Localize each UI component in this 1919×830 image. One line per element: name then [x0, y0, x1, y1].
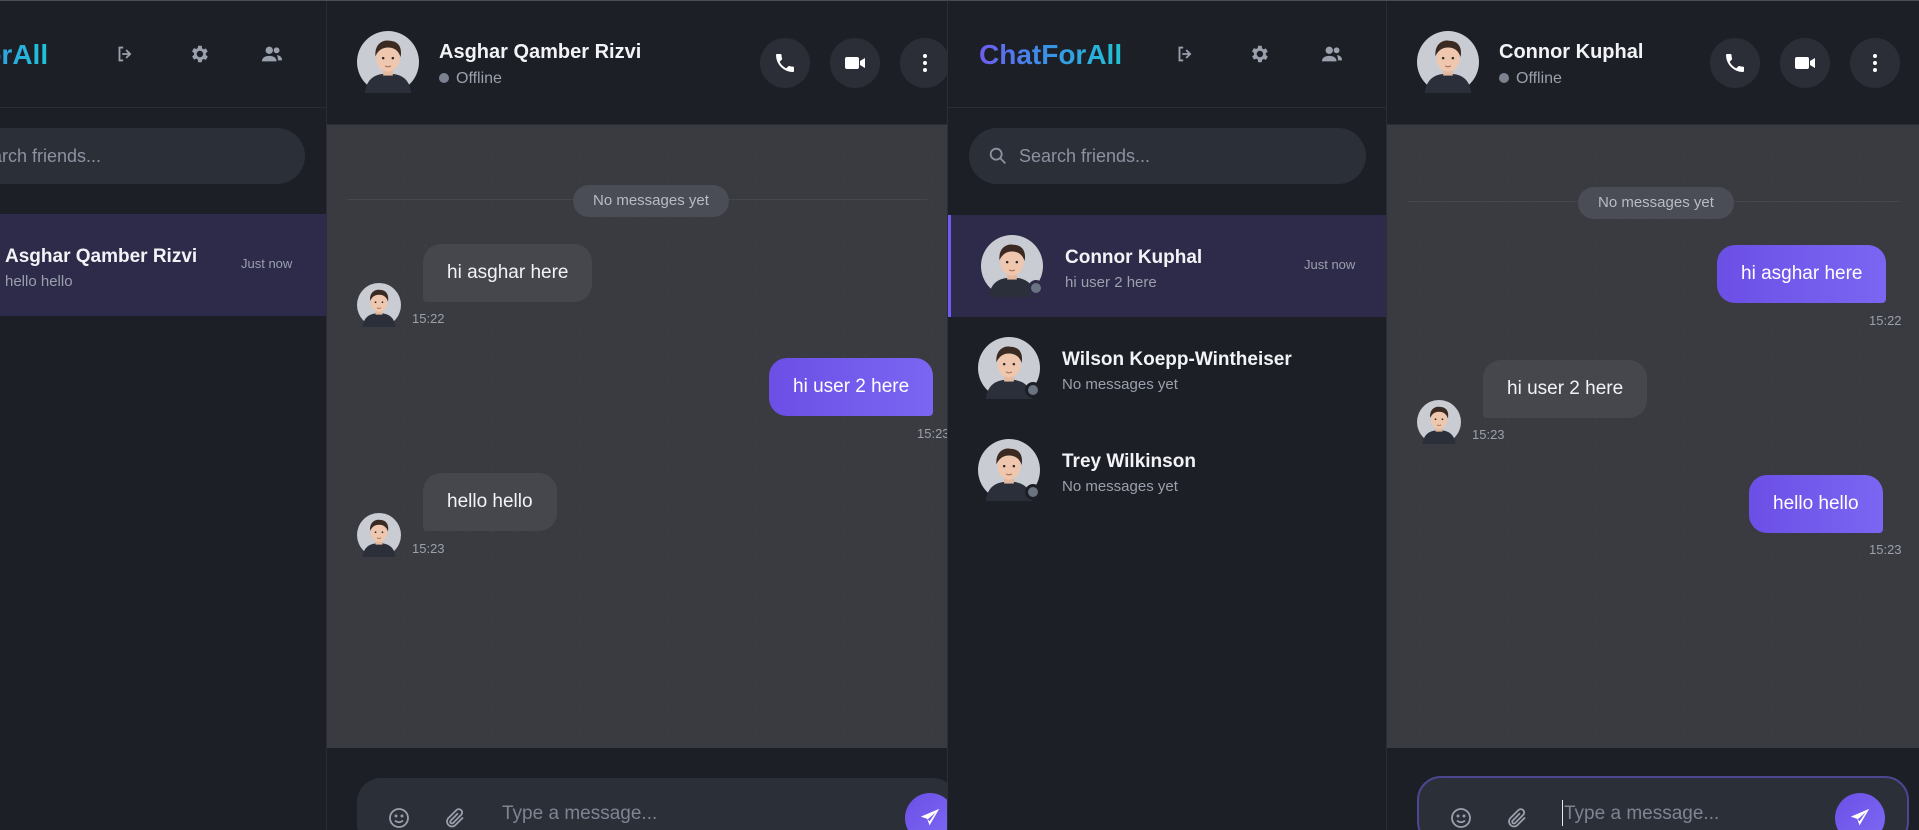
attachment-icon[interactable]: [1505, 806, 1529, 830]
phone-icon: [776, 54, 794, 72]
chat-window-left: ChatForAll Asghar Qamber Rizvi hello hel…: [0, 0, 947, 830]
gear-icon[interactable]: [186, 41, 212, 67]
composer-area: [1387, 748, 1919, 830]
emoji-icon[interactable]: [1449, 806, 1473, 830]
search-box: [969, 128, 1366, 184]
avatar: [978, 439, 1041, 501]
more-vertical-icon: [923, 54, 927, 72]
contact-time: Just now: [1304, 257, 1356, 272]
presence-status: Offline: [439, 70, 502, 88]
presence-dot-icon: [1025, 382, 1041, 398]
video-icon: [1795, 57, 1815, 69]
avatar: [981, 235, 1044, 297]
message-composer: [1417, 776, 1909, 830]
voice-call-button[interactable]: [1710, 38, 1760, 88]
contact-item[interactable]: Wilson Koepp-Wintheiser No messages yet: [948, 317, 1386, 419]
avatar: [357, 283, 401, 327]
contact-item[interactable]: Trey Wilkinson No messages yet: [948, 419, 1386, 521]
sidebar-header: ChatForAll: [948, 1, 1386, 108]
message-bubble: hi user 2 here: [1483, 360, 1648, 418]
message-composer: [357, 778, 947, 830]
message-bubble: hello hello: [423, 473, 557, 531]
contact-name: Asghar Qamber Rizvi: [5, 246, 198, 267]
presence-dot-icon: [1025, 484, 1041, 500]
voice-call-button[interactable]: [760, 38, 810, 88]
contact-name: Trey Wilkinson: [1062, 451, 1196, 472]
send-button[interactable]: [1835, 793, 1885, 830]
search-input[interactable]: [969, 128, 1366, 184]
logout-icon[interactable]: [112, 41, 138, 67]
send-icon: [1850, 808, 1870, 826]
video-call-button[interactable]: [830, 38, 880, 88]
composer-area: [327, 748, 947, 830]
message-time: 15:23: [412, 541, 445, 556]
status-dot-icon: [1499, 73, 1509, 83]
message-bubble: hi user 2 here: [769, 358, 934, 416]
users-icon[interactable]: [259, 41, 285, 67]
gear-icon[interactable]: [1246, 41, 1272, 67]
contact-last-message: No messages yet: [1062, 478, 1178, 495]
message-bubble: hi asghar here: [423, 244, 593, 302]
message-input[interactable]: [1564, 796, 1829, 830]
status-dot-icon: [439, 73, 449, 83]
more-vertical-icon: [1873, 54, 1877, 72]
avatar: [1417, 400, 1461, 444]
search-input[interactable]: [0, 128, 305, 184]
app-logo: ChatForAll: [0, 39, 48, 71]
avatar: [357, 31, 419, 93]
contact-name: Connor Kuphal: [1065, 247, 1203, 268]
more-options-button[interactable]: [900, 38, 947, 88]
contact-last-message: No messages yet: [1062, 376, 1178, 393]
empty-notice-pill: No messages yet: [573, 185, 729, 217]
phone-icon: [1726, 54, 1744, 72]
send-icon: [920, 808, 940, 826]
emoji-icon[interactable]: [387, 806, 411, 830]
send-button[interactable]: [905, 793, 947, 830]
contact-last-message: hi user 2 here: [1065, 274, 1157, 291]
contact-time: Just now: [241, 256, 293, 271]
message-bubble: hello hello: [1749, 475, 1883, 533]
message-input[interactable]: [502, 796, 882, 830]
message-time: 15:22: [412, 311, 445, 326]
presence-status: Offline: [1499, 70, 1562, 88]
video-icon: [845, 57, 865, 69]
message-time: 15:23: [917, 426, 947, 441]
chat-header: Connor Kuphal Offline: [1387, 1, 1919, 125]
message-time: 15:22: [1869, 313, 1902, 328]
search-box: [0, 128, 305, 184]
sidebar: ChatForAll Connor Kuphal hi user 2 h: [948, 1, 1387, 830]
message-time: 15:23: [1869, 542, 1902, 557]
video-call-button[interactable]: [1780, 38, 1830, 88]
logout-icon[interactable]: [1172, 41, 1198, 67]
avatar: [1417, 31, 1479, 93]
contact-last-message: hello hello: [5, 273, 73, 290]
chat-header: Asghar Qamber Rizvi Offline: [327, 1, 947, 125]
empty-notice-pill: No messages yet: [1578, 187, 1734, 219]
chat-contact-name: Connor Kuphal: [1499, 41, 1644, 63]
attachment-icon[interactable]: [443, 806, 467, 830]
chat-pane: Connor Kuphal Offline No messages yet hi…: [1387, 1, 1919, 830]
sidebar: ChatForAll Asghar Qamber Rizvi hello hel…: [0, 1, 327, 830]
app-logo: ChatForAll: [979, 39, 1123, 70]
avatar: [357, 513, 401, 557]
presence-dot-icon: [1028, 280, 1044, 296]
message-bubble: hi asghar here: [1717, 245, 1887, 303]
chat-pane: Asghar Qamber Rizvi Offline No messages …: [327, 1, 947, 830]
sidebar-header: ChatForAll: [0, 1, 326, 108]
text-caret: [1562, 800, 1563, 826]
avatar: [978, 337, 1041, 399]
more-options-button[interactable]: [1850, 38, 1900, 88]
contact-name: Wilson Koepp-Wintheiser: [1062, 349, 1292, 370]
users-icon[interactable]: [1319, 41, 1345, 67]
contact-item[interactable]: Connor Kuphal hi user 2 here Just now: [948, 215, 1386, 317]
message-time: 15:23: [1472, 427, 1505, 442]
chat-window-right: ChatForAll Connor Kuphal hi user 2 h: [947, 0, 1919, 830]
contact-item[interactable]: Asghar Qamber Rizvi hello hello Just now: [0, 214, 326, 316]
chat-contact-name: Asghar Qamber Rizvi: [439, 41, 642, 63]
message-area: [327, 125, 947, 748]
